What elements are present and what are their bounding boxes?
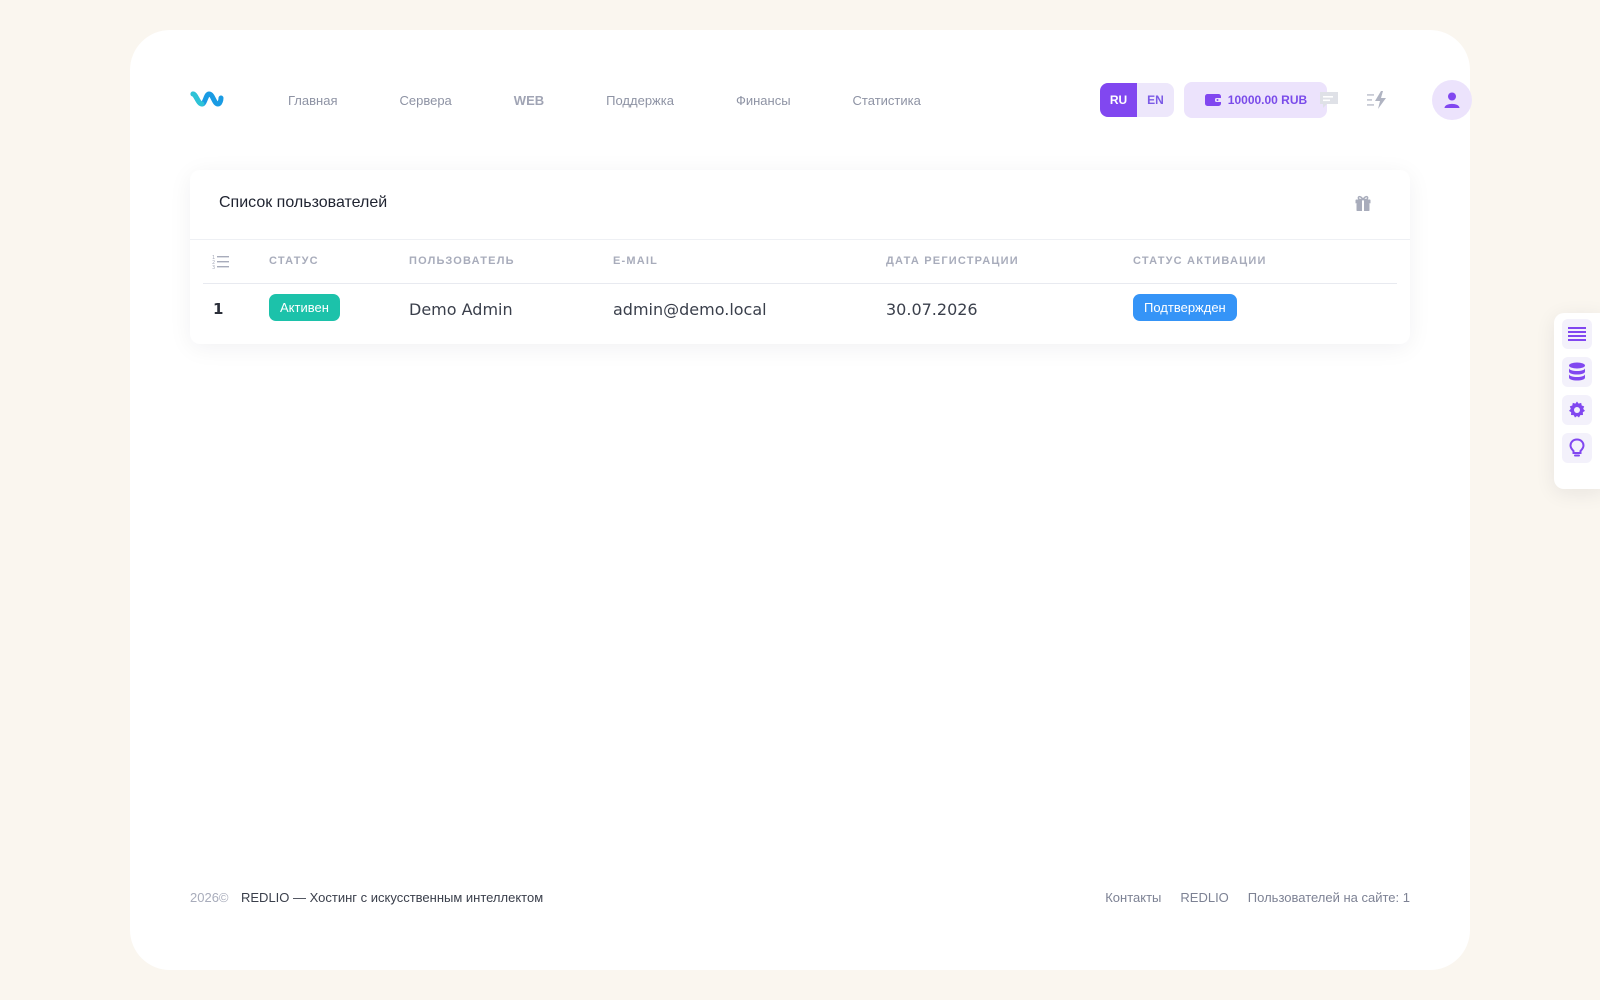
menu-lines-icon xyxy=(1568,327,1586,341)
side-tips-button[interactable] xyxy=(1562,433,1592,463)
col-user[interactable]: ПОЛЬЗОВАТЕЛЬ xyxy=(409,255,515,267)
main-frame: Главная Сервера WEB Поддержка Финансы Ст… xyxy=(130,30,1472,970)
nav-statistics[interactable]: Статистика xyxy=(853,93,921,108)
footer: 2026© REDLIO — Хостинг с искусственным и… xyxy=(190,890,1410,910)
users-card: Список пользователей 1 2 3 СТАТУС ПОЛЬЗО… xyxy=(190,170,1410,344)
footer-links: Контакты REDLIO Пользователей на сайте: … xyxy=(1105,890,1410,905)
col-reg-date[interactable]: ДАТА РЕГИСТРАЦИИ xyxy=(886,255,1019,267)
numbered-list-icon: 1 2 3 xyxy=(212,255,229,270)
card-title: Список пользователей xyxy=(219,194,388,211)
gift-icon[interactable] xyxy=(1354,194,1372,212)
footer-brand: REDLIO — Хостинг с искусственным интелле… xyxy=(241,890,544,905)
language-switch: RU EN xyxy=(1100,83,1174,117)
lang-en-button[interactable]: EN xyxy=(1137,83,1174,117)
lightbulb-icon xyxy=(1569,438,1585,457)
col-email[interactable]: E-MAIL xyxy=(613,255,658,267)
logo-icon[interactable] xyxy=(190,88,224,110)
status-badge: Активен xyxy=(269,294,340,321)
side-menu-button[interactable] xyxy=(1562,319,1592,349)
side-tool-panel xyxy=(1554,313,1600,489)
header: Главная Сервера WEB Поддержка Финансы Ст… xyxy=(190,80,1472,120)
footer-contacts-link[interactable]: Контакты xyxy=(1105,890,1161,905)
flash-icon[interactable] xyxy=(1366,90,1388,110)
balance-value: 10000.00 RUB xyxy=(1227,93,1308,107)
avatar[interactable] xyxy=(1432,80,1472,120)
col-activation-status[interactable]: СТАТУС АКТИВАЦИИ xyxy=(1133,255,1267,267)
lang-ru-button[interactable]: RU xyxy=(1100,83,1137,117)
activation-badge: Подтвержден xyxy=(1133,294,1237,321)
table-row[interactable]: 1 Активен Demo Admin admin@demo.local 30… xyxy=(203,284,1397,334)
database-icon xyxy=(1569,362,1585,381)
chat-icon[interactable] xyxy=(1318,90,1340,110)
wallet-icon xyxy=(1204,94,1222,106)
nav-support[interactable]: Поддержка xyxy=(606,93,674,108)
nav-web[interactable]: WEB xyxy=(514,93,544,108)
user-name[interactable]: Demo Admin xyxy=(409,300,513,319)
nav-finance[interactable]: Финансы xyxy=(736,93,791,108)
side-database-button[interactable] xyxy=(1562,357,1592,387)
nav-servers[interactable]: Сервера xyxy=(399,93,451,108)
footer-users-online: Пользователей на сайте: 1 xyxy=(1247,890,1410,905)
footer-redlio-link[interactable]: REDLIO xyxy=(1180,890,1228,905)
table-header: 1 2 3 СТАТУС ПОЛЬЗОВАТЕЛЬ E-MAIL ДАТА РЕ… xyxy=(203,240,1397,284)
side-settings-button[interactable] xyxy=(1562,395,1592,425)
main-nav: Главная Сервера WEB Поддержка Финансы Ст… xyxy=(288,80,921,120)
col-status[interactable]: СТАТУС xyxy=(269,255,319,267)
balance-button[interactable]: 10000.00 RUB xyxy=(1184,82,1327,118)
row-number: 1 xyxy=(213,300,224,318)
nav-home[interactable]: Главная xyxy=(288,93,337,108)
registration-date: 30.07.2026 xyxy=(886,300,978,319)
footer-year: 2026© xyxy=(190,890,229,905)
gear-icon xyxy=(1569,401,1585,418)
user-icon xyxy=(1444,92,1460,108)
user-email: admin@demo.local xyxy=(613,300,767,319)
svg-text:3: 3 xyxy=(212,265,215,270)
